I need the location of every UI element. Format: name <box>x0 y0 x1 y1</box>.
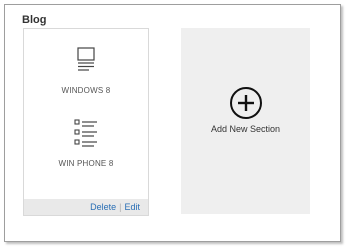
card-actions-bar: Delete | Edit <box>24 199 148 215</box>
section-title: Blog <box>22 14 47 26</box>
add-new-section-label: Add New Section <box>210 124 281 134</box>
action-separator: | <box>119 202 122 212</box>
list-icon <box>74 119 97 147</box>
tile-label-win-phone-8: WIN PHONE 8 <box>58 159 114 168</box>
tile-win-phone-8[interactable]: WIN PHONE 8 <box>24 119 148 168</box>
document-icon <box>77 47 95 71</box>
blog-section-card: WINDOWS 8 WIN PHONE 8 Delete | Edit <box>23 28 149 216</box>
add-new-section-button[interactable]: Add New Section <box>181 28 310 214</box>
edit-link[interactable]: Edit <box>124 202 140 212</box>
delete-link[interactable]: Delete <box>90 202 116 212</box>
tile-label-windows-8: WINDOWS 8 <box>61 86 111 95</box>
tile-windows-8[interactable]: WINDOWS 8 <box>24 47 148 95</box>
plus-circle-icon <box>230 87 262 119</box>
